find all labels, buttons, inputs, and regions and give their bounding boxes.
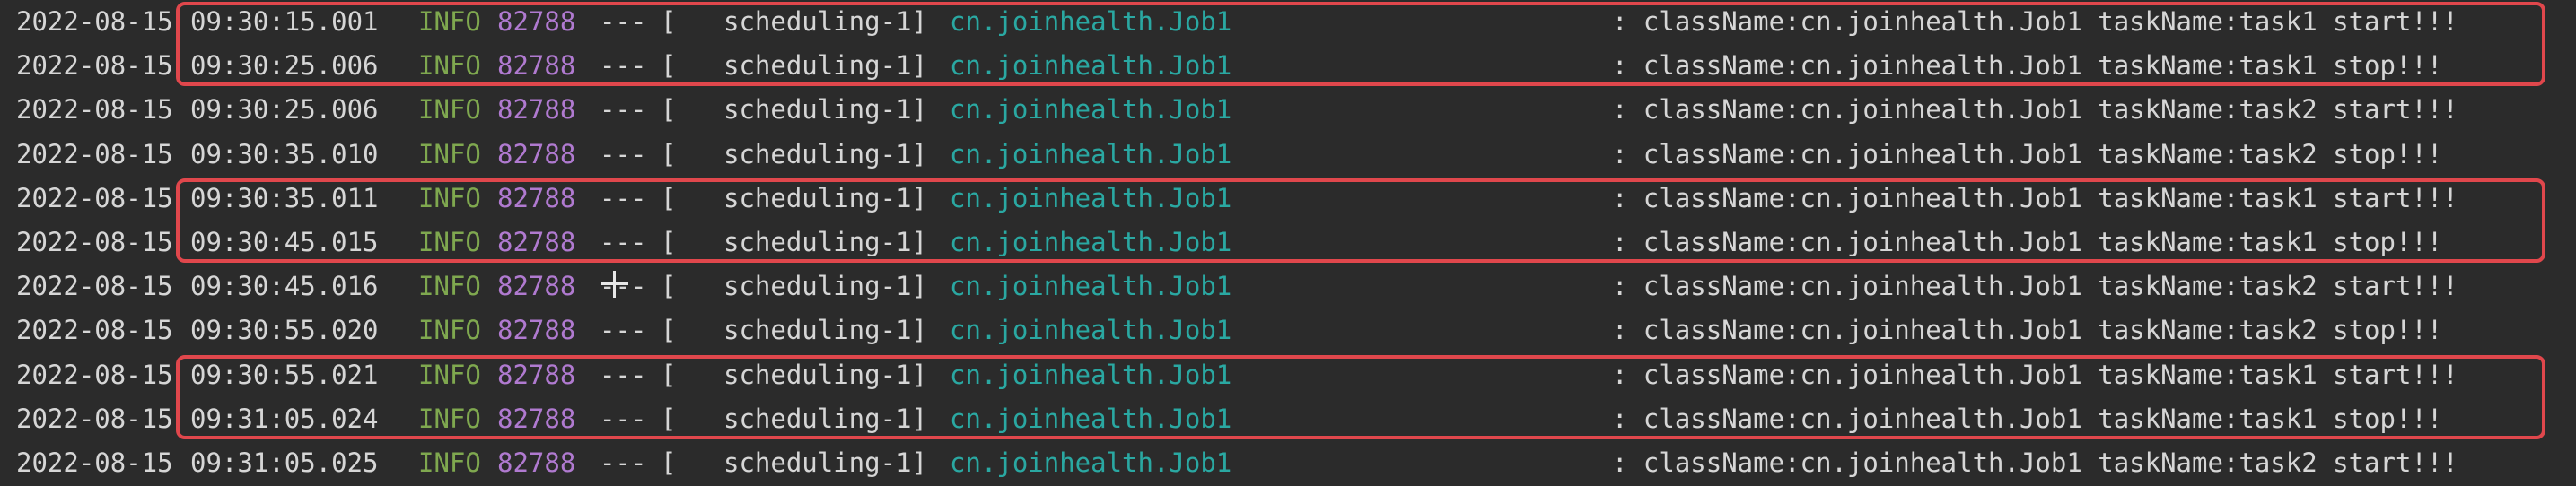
log-level: INFO bbox=[418, 447, 481, 478]
log-date: 2022-08-15 bbox=[16, 271, 173, 302]
log-time: 09:30:55.020 bbox=[190, 315, 379, 346]
log-message: : className:cn.joinhealth.Job1 taskName:… bbox=[1612, 447, 2458, 478]
log-time: 09:30:45.016 bbox=[190, 271, 379, 302]
log-level: INFO bbox=[418, 94, 481, 126]
log-thread: scheduling-1] bbox=[723, 271, 927, 302]
text-cursor-crosshair-icon bbox=[601, 271, 628, 298]
log-logger: cn.joinhealth.Job1 bbox=[950, 138, 1232, 169]
log-logger: cn.joinhealth.Job1 bbox=[950, 447, 1232, 478]
log-logger: cn.joinhealth.Job1 bbox=[950, 94, 1232, 126]
log-date: 2022-08-15 bbox=[16, 138, 173, 169]
log-thread-bracket: [ bbox=[661, 94, 677, 126]
log-date: 2022-08-15 bbox=[16, 182, 173, 213]
log-date: 2022-08-15 bbox=[16, 50, 173, 82]
log-level: INFO bbox=[418, 138, 481, 169]
log-pid: 82788 bbox=[497, 138, 576, 169]
highlight-box bbox=[176, 178, 2545, 264]
log-time: 09:30:25.006 bbox=[190, 94, 379, 126]
log-line[interactable]: 2022-08-15 09:30:45.016 INFO 82788 ---[sched… bbox=[0, 265, 2576, 308]
log-line[interactable]: 2022-08-15 09:31:05.025 INFO 82788 --- [ sched… bbox=[0, 441, 2576, 485]
log-line[interactable]: 2022-08-15 09:30:25.006 INFO 82788 --- [ sched… bbox=[0, 88, 2576, 132]
log-date: 2022-08-15 bbox=[16, 227, 173, 257]
log-separator: --- bbox=[600, 447, 647, 478]
log-thread: scheduling-1] bbox=[723, 94, 927, 126]
log-line[interactable]: 2022-08-15 09:30:35.010 INFO 82788 --- [ sched… bbox=[0, 133, 2576, 177]
log-separator: --- bbox=[600, 94, 647, 126]
log-message: : className:cn.joinhealth.Job1 taskName:… bbox=[1612, 138, 2443, 169]
log-separator: --- bbox=[600, 138, 647, 169]
log-level: INFO bbox=[418, 271, 481, 302]
log-message: : className:cn.joinhealth.Job1 taskName:… bbox=[1612, 271, 2458, 302]
log-line[interactable]: 2022-08-15 09:30:55.020 INFO 82788 --- [ sched… bbox=[0, 308, 2576, 352]
log-thread-bracket: [ bbox=[661, 447, 677, 478]
log-separator: --- bbox=[600, 315, 647, 346]
log-date: 2022-08-15 bbox=[16, 359, 173, 390]
log-thread-bracket: [ bbox=[661, 315, 677, 346]
log-thread-bracket: [ bbox=[661, 138, 677, 169]
log-thread: scheduling-1] bbox=[723, 138, 927, 169]
log-logger: cn.joinhealth.Job1 bbox=[950, 271, 1232, 302]
highlight-box bbox=[176, 354, 2545, 439]
log-time: 09:31:05.025 bbox=[190, 447, 379, 478]
log-date: 2022-08-15 bbox=[16, 6, 173, 37]
log-pid: 82788 bbox=[497, 94, 576, 126]
log-message: : className:cn.joinhealth.Job1 taskName:… bbox=[1612, 94, 2458, 126]
log-level: INFO bbox=[418, 315, 481, 346]
log-date: 2022-08-15 bbox=[16, 315, 173, 346]
log-pid: 82788 bbox=[497, 447, 576, 478]
log-thread-bracket: [ bbox=[661, 271, 677, 302]
log-logger: cn.joinhealth.Job1 bbox=[950, 315, 1232, 346]
log-pid: 82788 bbox=[497, 315, 576, 346]
log-message: : className:cn.joinhealth.Job1 taskName:… bbox=[1612, 315, 2443, 346]
log-thread: scheduling-1] bbox=[723, 447, 927, 478]
log-pid: 82788 bbox=[497, 271, 576, 302]
log-time: 09:30:35.010 bbox=[190, 138, 379, 169]
highlight-box bbox=[176, 2, 2545, 87]
log-date: 2022-08-15 bbox=[16, 94, 173, 126]
log-date: 2022-08-15 bbox=[16, 447, 173, 478]
console-log-view[interactable]: 2022-08-15 09:30:15.001 INFO 82788 ---[sched… bbox=[0, 0, 2576, 486]
log-thread: scheduling-1] bbox=[723, 315, 927, 346]
log-date: 2022-08-15 bbox=[16, 403, 173, 434]
